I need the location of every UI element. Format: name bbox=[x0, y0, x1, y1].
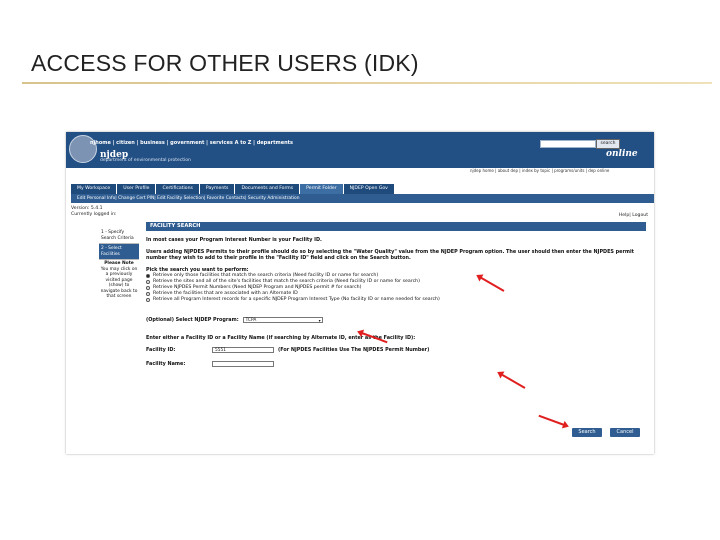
note-body: You may click on a previously visited pa… bbox=[100, 266, 138, 300]
cancel-button[interactable]: Cancel bbox=[610, 428, 640, 437]
search-button[interactable]: Search bbox=[572, 428, 602, 437]
sub-navigation[interactable]: Edit Personal Info| Change Cert PIN| Edi… bbox=[71, 194, 654, 203]
main-tabs: My Workspace User Profile Certifications… bbox=[71, 184, 395, 194]
embedded-screenshot: njhome | citizen | business | government… bbox=[66, 132, 654, 454]
site-search-input[interactable] bbox=[540, 140, 596, 148]
radio-icon[interactable] bbox=[146, 292, 150, 296]
title-divider bbox=[22, 82, 712, 84]
facility-search-panel: FACILITY SEARCH In most cases your Progr… bbox=[146, 222, 646, 367]
dept-name: department of environmental protection bbox=[100, 158, 191, 163]
online-logo: online bbox=[606, 149, 638, 159]
chevron-down-icon: ▾ bbox=[318, 318, 321, 323]
slide-title: ACCESS FOR OTHER USERS (IDK) bbox=[31, 50, 419, 76]
radio-icon[interactable] bbox=[146, 286, 150, 290]
step-select-facilities: 2 - Select Facilities bbox=[99, 244, 139, 260]
tab-user-profile[interactable]: User Profile bbox=[117, 184, 157, 194]
logged-in-label: Currently logged in: bbox=[71, 212, 117, 217]
option-label: Retrieve all Program Interest records fo… bbox=[153, 297, 440, 302]
tab-permit-folder[interactable]: Permit Folder bbox=[300, 184, 344, 194]
utility-links[interactable]: njdep home | about dep | index by topic … bbox=[470, 168, 609, 173]
wizard-steps: 1 - Specify Search Criteria 2 - Select F… bbox=[99, 228, 139, 300]
tab-open-gov[interactable]: NJDEP Open Gov bbox=[343, 184, 395, 194]
tab-documents-forms[interactable]: Documents and Forms bbox=[235, 184, 301, 194]
facility-name-label: Facility Name: bbox=[146, 361, 186, 367]
search-option[interactable]: Retrieve all Program Interest records fo… bbox=[146, 297, 646, 303]
help-logout-links[interactable]: Help| Logout bbox=[619, 213, 648, 218]
facility-name-row: Facility Name: bbox=[146, 361, 646, 367]
facility-id-row: Facility ID: 5551 (For NJPDES Facilities… bbox=[146, 347, 646, 353]
program-value: TCPA bbox=[245, 318, 257, 323]
program-row: (Optional) Select NJDEP Program: TCPA ▾ bbox=[146, 317, 646, 323]
version-label: Version: 5.4.1 bbox=[71, 206, 103, 211]
section-title: FACILITY SEARCH bbox=[146, 222, 646, 231]
facility-id-field[interactable]: 5551 bbox=[212, 347, 274, 353]
tab-my-workspace[interactable]: My Workspace bbox=[71, 184, 118, 194]
please-note: Please Note You may click on a previousl… bbox=[99, 261, 139, 300]
program-select[interactable]: TCPA ▾ bbox=[242, 317, 323, 323]
portal-header: njhome | citizen | business | government… bbox=[66, 132, 654, 168]
top-nav-links[interactable]: njhome | citizen | business | government… bbox=[90, 140, 293, 146]
intro-text: In most cases your Program Interest Numb… bbox=[146, 237, 322, 243]
radio-icon[interactable] bbox=[146, 298, 150, 302]
site-search-button[interactable]: search bbox=[596, 139, 620, 149]
facility-id-hint: (For NJPDES Facilities Use The NJPDES Pe… bbox=[278, 347, 430, 353]
radio-icon[interactable] bbox=[146, 274, 150, 278]
facility-name-field[interactable] bbox=[212, 361, 274, 367]
enter-id-label: Enter either a Facility ID or a Facility… bbox=[146, 335, 416, 341]
instructions-text: Users adding NJPDES Permits to their pro… bbox=[146, 249, 634, 261]
tab-payments[interactable]: Payments bbox=[199, 184, 236, 194]
tab-certifications[interactable]: Certifications bbox=[156, 184, 200, 194]
program-label: (Optional) Select NJDEP Program: bbox=[146, 317, 239, 323]
step-specify-criteria[interactable]: 1 - Specify Search Criteria bbox=[99, 228, 139, 244]
radio-icon[interactable] bbox=[146, 280, 150, 284]
facility-id-label: Facility ID: bbox=[146, 347, 176, 353]
